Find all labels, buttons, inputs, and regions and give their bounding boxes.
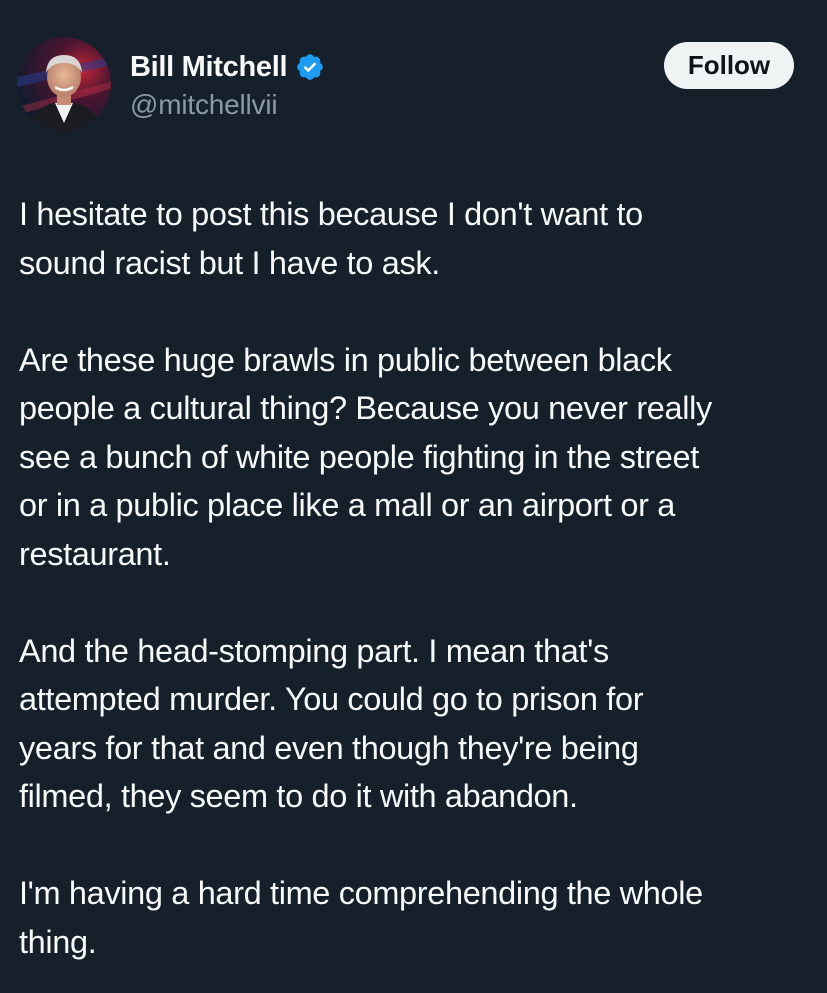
tweet-paragraph: Are these huge brawls in public between …	[19, 341, 712, 572]
tweet-card: Bill Mitchell @mitchellvii Follow I hesi…	[0, 0, 827, 993]
tweet-text: I hesitate to post this because I don't …	[19, 190, 819, 966]
tweet-paragraph: I hesitate to post this because I don't …	[19, 196, 643, 281]
author-handle[interactable]: @mitchellvii	[130, 89, 325, 121]
verified-badge-icon	[295, 52, 325, 82]
author-name-row: Bill Mitchell	[130, 47, 325, 87]
avatar-image	[17, 37, 111, 131]
author-display-name[interactable]: Bill Mitchell	[130, 51, 288, 84]
author-avatar[interactable]	[17, 37, 111, 131]
follow-button[interactable]: Follow	[664, 42, 794, 89]
author-info: Bill Mitchell @mitchellvii	[130, 47, 325, 121]
tweet-paragraph: I'm having a hard time comprehending the…	[19, 875, 703, 960]
tweet-paragraph: And the head-stomping part. I mean that'…	[19, 632, 644, 815]
